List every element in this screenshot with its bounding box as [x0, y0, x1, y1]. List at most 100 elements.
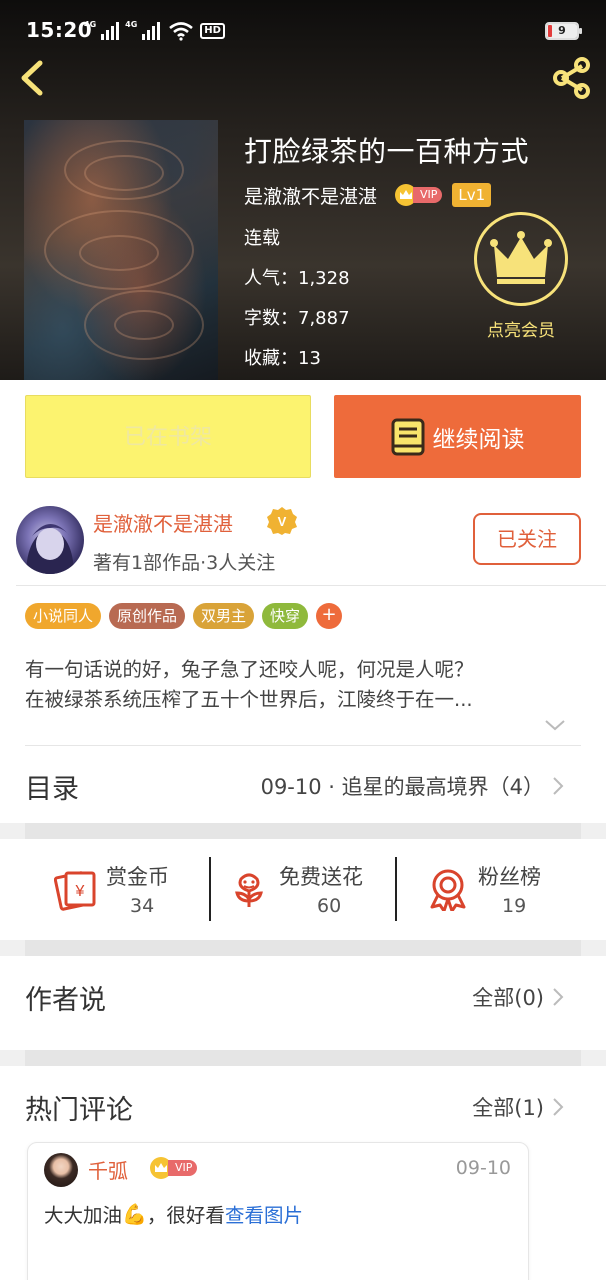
vip-label: VIP [168, 1160, 198, 1176]
share-button[interactable] [548, 54, 596, 102]
back-button[interactable] [14, 58, 50, 98]
tag-item[interactable]: 小说同人 [25, 603, 102, 629]
svg-text:¥: ¥ [75, 883, 85, 900]
commenter-vip-badge: VIP [150, 1157, 198, 1179]
status-bar: 15:20 4G 4G HD 9 [0, 0, 606, 60]
catalog-row[interactable]: 目录 09-10 · 追星的最高境界（4） [0, 745, 606, 823]
stat-separator [395, 857, 397, 921]
tag-list: 小说同人 原创作品 双男主 快穿 + [25, 603, 343, 629]
reward-coins-item[interactable]: ¥ 赏金币 34 [54, 857, 194, 923]
book-title: 打脸绿茶的一百种方式 [244, 135, 530, 168]
flower-icon [235, 873, 263, 907]
commenter-name[interactable]: 千弧 [88, 1155, 128, 1184]
verified-badge-icon: V [266, 506, 298, 536]
divider [25, 745, 581, 746]
book-word-count: 字数：7,887 [244, 308, 350, 329]
signal-bars-2-icon [142, 22, 161, 40]
cover-ripple [114, 310, 174, 340]
divider [16, 585, 606, 586]
battery-fill [548, 25, 552, 37]
member-circle [474, 212, 568, 306]
comment-date: 09-10 [455, 1157, 511, 1179]
continue-reading-button[interactable]: 继续阅读 [334, 395, 581, 478]
share-icon [553, 57, 590, 99]
author-works-summary: 著有1部作品·3人关注 [93, 552, 276, 574]
free-flower-value: 60 [317, 895, 342, 917]
medal-icon [430, 869, 466, 911]
crown-icon [490, 231, 552, 284]
cover-ripple [79, 235, 159, 271]
add-tag-button[interactable]: + [316, 603, 343, 629]
comment-body-after: ，很好看 [146, 1204, 225, 1227]
status-icons: 4G 4G HD [84, 20, 225, 42]
member-label: 点亮会员 [487, 321, 555, 341]
chevron-right-icon [553, 777, 564, 795]
free-flower-label: 免费送花 [279, 865, 363, 889]
chevron-right-icon [553, 988, 564, 1006]
level-badge: Lv1 [452, 183, 492, 207]
fans-ranking-label: 粉丝榜 [478, 865, 541, 889]
description-line: 有一句话说的好，兔子急了还咬人呢，何况是人呢？ [25, 658, 474, 681]
book-description[interactable]: 有一句话说的好，兔子急了还咬人呢，何况是人呢？ 在被绿茶系统压榨了五十个世界后，… [25, 655, 570, 715]
avatar-portrait [26, 524, 74, 574]
vip-badge: VIP [395, 184, 443, 206]
chevron-left-icon [21, 60, 43, 96]
free-flower-item[interactable]: 免费送花 60 [227, 857, 387, 923]
in-bookshelf-button[interactable]: 已在书架 [25, 395, 311, 478]
commenter-avatar[interactable] [44, 1153, 78, 1187]
wifi-icon [169, 22, 194, 41]
author-avatar[interactable] [16, 506, 84, 574]
book-cover-image[interactable] [24, 120, 218, 380]
section-separator [25, 1050, 581, 1066]
book-author-name[interactable]: 是澈澈不是湛湛 [244, 182, 377, 209]
comment-card[interactable]: 千弧 VIP 09-10 大大加油 💪 ，很好看 查看图片 [27, 1142, 529, 1280]
book-author-line: 是澈澈不是湛湛 VIP Lv1 [244, 182, 492, 209]
vip-label: VIP [413, 187, 443, 203]
tag-item[interactable]: 快穿 [262, 603, 309, 629]
stats-row: ¥ 赏金币 34 免费送花 60 粉丝榜 19 [0, 839, 606, 940]
light-up-member-button[interactable]: 点亮会员 [474, 212, 568, 342]
book-favorites: 收藏：13 [244, 348, 321, 369]
book-status: 连载 [244, 228, 280, 249]
author-says-row[interactable]: 作者说 全部(0) [0, 956, 606, 1050]
comment-body: 大大加油 [44, 1204, 123, 1227]
battery-icon: 9 [545, 22, 582, 40]
continue-reading-label: 继续阅读 [432, 426, 525, 453]
book-header: 15:20 4G 4G HD 9 打脸绿茶的一百种方式 是澈澈不是湛湛 VIP … [0, 0, 606, 380]
section-separator [25, 940, 581, 956]
hot-comments-title: 热门评论 [25, 1095, 133, 1126]
reward-coins-label: 赏金币 [106, 865, 169, 889]
fans-ranking-value: 19 [502, 895, 527, 917]
cover-ripple [84, 155, 164, 191]
catalog-title: 目录 [25, 774, 79, 805]
chevron-right-icon[interactable] [552, 1097, 564, 1117]
description-line: 在被绿茶系统压榨了五十个世界后，江陵终于在一... [25, 688, 473, 711]
red-envelope-icon: ¥ [54, 871, 96, 911]
description-block: 小说同人 原创作品 双男主 快穿 + 有一句话说的好，兔子急了还咬人呢，何况是人… [0, 585, 606, 745]
view-image-link[interactable]: 查看图片 [225, 1199, 303, 1228]
fans-ranking-item[interactable]: 粉丝榜 19 [426, 857, 566, 923]
followed-button[interactable]: 已关注 [473, 513, 581, 565]
book-icon [391, 418, 424, 455]
signal-bars-1-icon [101, 22, 120, 40]
comment-text: 大大加油 💪 ，很好看 查看图片 [44, 1199, 303, 1228]
hot-comments-all[interactable]: 全部(1) [472, 1092, 544, 1122]
hd-badge: HD [200, 23, 225, 39]
reward-coins-value: 34 [130, 895, 155, 917]
author-name[interactable]: 是澈澈不是湛湛 [93, 508, 233, 537]
latest-chapter: 09-10 · 追星的最高境界（4） [260, 775, 544, 799]
tag-item[interactable]: 原创作品 [109, 603, 186, 629]
status-time: 15:20 [26, 18, 93, 42]
author-says-title: 作者说 [25, 985, 106, 1016]
author-card: 是澈澈不是湛湛 V 著有1部作品·3人关注 已关注 [0, 500, 606, 585]
stat-separator [209, 857, 211, 921]
book-popularity: 人气：1,328 [244, 268, 350, 289]
flexed-arm-icon: 💪 [122, 1201, 147, 1226]
tag-item[interactable]: 双男主 [193, 603, 255, 629]
signal-tag-2: 4G [125, 20, 138, 29]
action-bar: 已在书架 继续阅读 [0, 380, 606, 500]
expand-chevron-down-icon[interactable] [543, 717, 567, 733]
hot-comments-section: 热门评论 全部(1) 千弧 VIP 09-10 大大加油 💪 ，很好看 查看图片 [0, 1066, 606, 1280]
author-says-all[interactable]: 全部(0) [472, 982, 544, 1012]
svg-text:V: V [278, 514, 287, 529]
